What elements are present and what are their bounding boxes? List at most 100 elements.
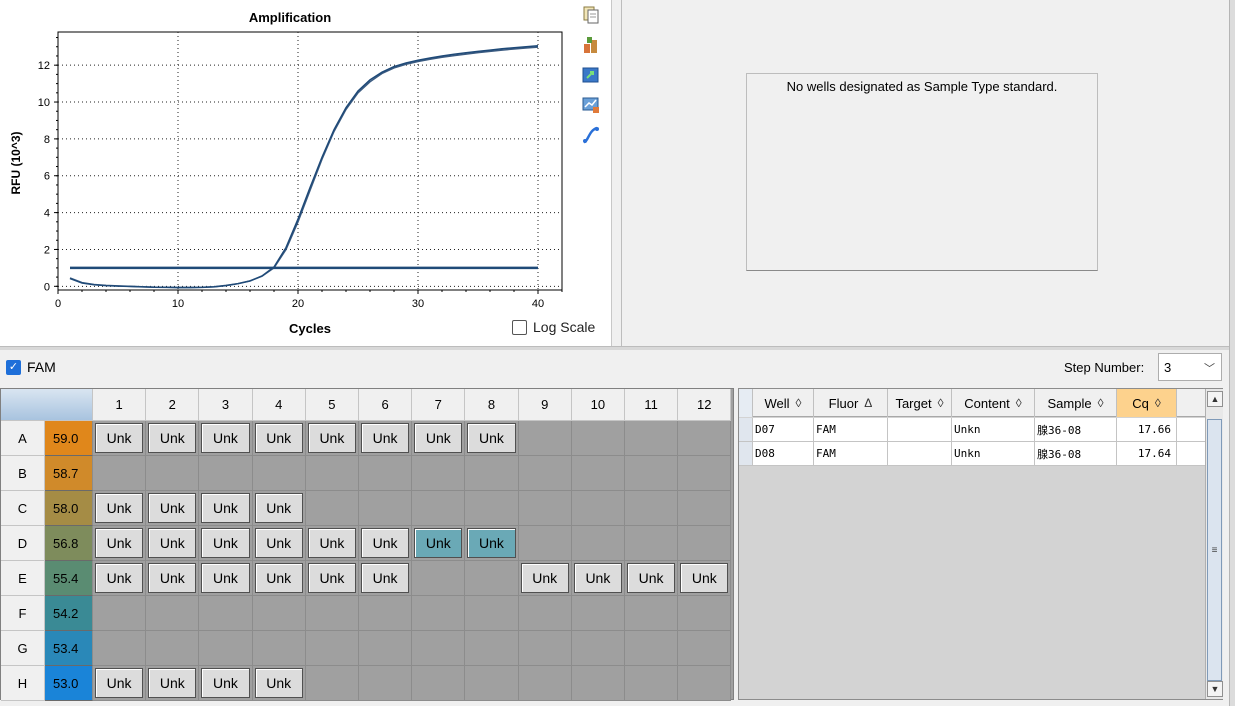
row-selector[interactable] bbox=[739, 418, 753, 441]
plate-well-H11[interactable] bbox=[625, 666, 679, 701]
plate-well-G8[interactable] bbox=[465, 631, 519, 666]
sort-icon[interactable]: ◊ bbox=[1155, 396, 1161, 410]
plate-well-F1[interactable] bbox=[93, 596, 147, 631]
well-content-label[interactable]: Unk bbox=[680, 563, 729, 593]
scroll-thumb[interactable]: ≡ bbox=[1207, 419, 1222, 681]
well-content-label[interactable]: Unk bbox=[148, 493, 197, 523]
plate-well-B7[interactable] bbox=[412, 456, 466, 491]
plate-well-A12[interactable] bbox=[678, 421, 732, 456]
well-content-label[interactable]: Unk bbox=[361, 563, 410, 593]
plate-well-A2[interactable]: Unk bbox=[146, 421, 200, 456]
copy-icon[interactable] bbox=[580, 4, 602, 26]
plate-well-C2[interactable]: Unk bbox=[146, 491, 200, 526]
well-content-label[interactable]: Unk bbox=[95, 563, 144, 593]
plate-well-C6[interactable] bbox=[359, 491, 413, 526]
plate-well-H10[interactable] bbox=[571, 666, 625, 701]
plate-well-B9[interactable] bbox=[518, 456, 572, 491]
plate-well-E11[interactable]: Unk bbox=[625, 561, 679, 596]
well-content-label[interactable]: Unk bbox=[307, 563, 356, 593]
scroll-up-icon[interactable]: ▲ bbox=[1207, 391, 1223, 407]
plate-well-B10[interactable] bbox=[571, 456, 625, 491]
vertical-splitter[interactable] bbox=[612, 0, 622, 346]
plate-column-header[interactable]: 2 bbox=[146, 389, 200, 421]
plate-well-F3[interactable] bbox=[199, 596, 253, 631]
plate-well-E6[interactable]: Unk bbox=[359, 561, 413, 596]
well-content-label[interactable]: Unk bbox=[307, 423, 356, 453]
plate-column-header[interactable]: 11 bbox=[625, 389, 679, 421]
export-icon[interactable] bbox=[580, 34, 602, 56]
plate-well-F12[interactable] bbox=[678, 596, 732, 631]
plate-well-A11[interactable] bbox=[625, 421, 679, 456]
amplification-chart[interactable]: Amplification RFU (10^3) Cycles 0 10 20 30 4… bbox=[0, 0, 578, 346]
plate-column-header[interactable]: 4 bbox=[252, 389, 306, 421]
plate-well-A10[interactable] bbox=[571, 421, 625, 456]
plate-corner[interactable] bbox=[1, 389, 93, 421]
plate-well-F11[interactable] bbox=[625, 596, 679, 631]
well-content-label[interactable]: Unk bbox=[307, 528, 356, 558]
well-content-label[interactable]: Unk bbox=[148, 563, 197, 593]
plate-well-F4[interactable] bbox=[252, 596, 306, 631]
plate-well-G7[interactable] bbox=[412, 631, 466, 666]
plate-well-D7[interactable]: Unk bbox=[412, 526, 466, 561]
plate-well-A5[interactable]: Unk bbox=[305, 421, 359, 456]
plate-well-A9[interactable] bbox=[518, 421, 572, 456]
column-header-target[interactable]: Target ◊ bbox=[888, 389, 952, 417]
plate-well-H9[interactable] bbox=[518, 666, 572, 701]
plate-well-C9[interactable] bbox=[518, 491, 572, 526]
plate-well-G5[interactable] bbox=[305, 631, 359, 666]
column-header-sample[interactable]: Sample ◊ bbox=[1035, 389, 1117, 417]
plate-well-H5[interactable] bbox=[305, 666, 359, 701]
plate-row-header[interactable]: B bbox=[1, 456, 45, 491]
plate-well-G4[interactable] bbox=[252, 631, 306, 666]
plate-well-D11[interactable] bbox=[625, 526, 679, 561]
sort-icon[interactable]: ◊ bbox=[1098, 396, 1104, 410]
well-content-label[interactable]: Unk bbox=[254, 493, 303, 523]
plate-well-G6[interactable] bbox=[359, 631, 413, 666]
plate-well-E1[interactable]: Unk bbox=[93, 561, 147, 596]
column-header-content[interactable]: Content ◊ bbox=[952, 389, 1035, 417]
scroll-down-icon[interactable]: ▼ bbox=[1207, 681, 1223, 697]
well-content-label[interactable]: Unk bbox=[254, 423, 303, 453]
well-content-label[interactable]: Unk bbox=[467, 528, 516, 558]
plate-well-F2[interactable] bbox=[146, 596, 200, 631]
check-icon[interactable]: ✓ bbox=[6, 359, 21, 375]
well-content-label[interactable]: Unk bbox=[573, 563, 622, 593]
well-content-label[interactable]: Unk bbox=[95, 528, 144, 558]
plate-well-H6[interactable] bbox=[359, 666, 413, 701]
plate-well-G2[interactable] bbox=[146, 631, 200, 666]
log-scale-checkbox[interactable] bbox=[512, 319, 527, 335]
well-content-label[interactable]: Unk bbox=[201, 668, 250, 698]
plate-well-H4[interactable]: Unk bbox=[252, 666, 306, 701]
plate-column-header[interactable]: 5 bbox=[305, 389, 359, 421]
well-content-label[interactable]: Unk bbox=[148, 528, 197, 558]
well-content-label[interactable]: Unk bbox=[148, 423, 197, 453]
plate-well-H2[interactable]: Unk bbox=[146, 666, 200, 701]
well-content-label[interactable]: Unk bbox=[201, 493, 250, 523]
plate-row-header[interactable]: G bbox=[1, 631, 45, 666]
plate-well-C4[interactable]: Unk bbox=[252, 491, 306, 526]
well-content-label[interactable]: Unk bbox=[95, 493, 144, 523]
plate-well-F10[interactable] bbox=[571, 596, 625, 631]
plate-well-B2[interactable] bbox=[146, 456, 200, 491]
plate-well-D3[interactable]: Unk bbox=[199, 526, 253, 561]
plate-well-D2[interactable]: Unk bbox=[146, 526, 200, 561]
plate-well-F5[interactable] bbox=[305, 596, 359, 631]
plate-well-A1[interactable]: Unk bbox=[93, 421, 147, 456]
plate-column-header[interactable]: 12 bbox=[678, 389, 732, 421]
curve-icon[interactable] bbox=[580, 124, 602, 146]
plate-well-G10[interactable] bbox=[571, 631, 625, 666]
plate-well-D1[interactable]: Unk bbox=[93, 526, 147, 561]
plate-well-B5[interactable] bbox=[305, 456, 359, 491]
well-content-label[interactable]: Unk bbox=[148, 668, 197, 698]
plate-well-E8[interactable] bbox=[465, 561, 519, 596]
plate-well-H8[interactable] bbox=[465, 666, 519, 701]
plate-well-H1[interactable]: Unk bbox=[93, 666, 147, 701]
plate-well-E9[interactable]: Unk bbox=[518, 561, 572, 596]
plate-column-header[interactable]: 3 bbox=[199, 389, 253, 421]
vertical-scrollbar[interactable]: ▲ ≡ ▼ bbox=[1205, 389, 1223, 699]
well-content-label[interactable]: Unk bbox=[254, 668, 303, 698]
row-selector-header[interactable] bbox=[739, 389, 753, 417]
plate-well-A4[interactable]: Unk bbox=[252, 421, 306, 456]
well-content-label[interactable]: Unk bbox=[627, 563, 676, 593]
plate-well-E12[interactable]: Unk bbox=[678, 561, 732, 596]
